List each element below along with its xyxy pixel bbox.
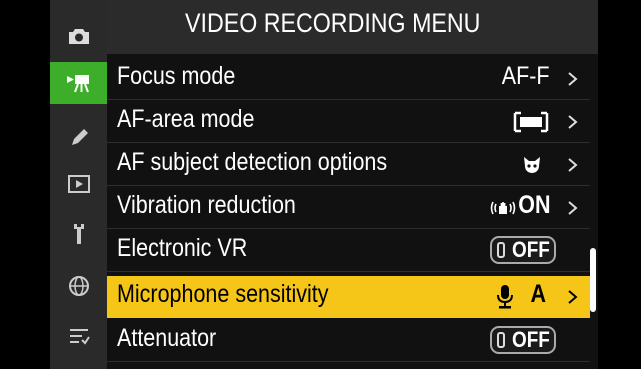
menu-row-label: Electronic VR	[117, 234, 248, 262]
microphone-icon	[497, 285, 513, 309]
menu-row-label: Focus mode	[117, 62, 236, 90]
vr-hand-icon	[490, 201, 516, 215]
page-title: VIDEO RECORDING MENU	[185, 8, 481, 38]
chevron-right-icon	[568, 115, 578, 129]
menu-sidebar	[50, 0, 107, 369]
menu-row-label: AF-area mode	[117, 105, 255, 133]
title-bar: VIDEO RECORDING MENU	[107, 0, 598, 54]
wrench-icon[interactable]	[50, 213, 107, 255]
animal-detect-icon	[524, 157, 540, 173]
toggle-state: OFF	[512, 327, 550, 352]
wide-area-icon	[513, 111, 549, 133]
menu-list: Focus mode AF-F AF-area mode AF subject …	[107, 54, 598, 369]
mic-sensitivity-value: A	[530, 280, 546, 308]
video-camera-icon[interactable]	[50, 62, 107, 104]
menu-row-microphone-sensitivity[interactable]: Microphone sensitivity A	[107, 276, 590, 318]
chevron-right-icon	[568, 72, 578, 86]
chevron-right-icon	[568, 290, 578, 304]
chevron-right-icon	[568, 158, 578, 172]
toggle-knob	[497, 242, 505, 258]
menu-row-attenuator[interactable]: Attenuator OFF	[107, 320, 590, 362]
menu-row-value: AF-F	[502, 62, 550, 90]
menu-row-focus-mode[interactable]: Focus mode AF-F	[107, 58, 590, 100]
vr-status: ON	[517, 191, 550, 219]
network-icon[interactable]	[50, 265, 107, 307]
menu-row-label: AF subject detection options	[117, 148, 388, 176]
toggle-knob	[497, 332, 505, 348]
my-menu-icon[interactable]	[50, 315, 107, 357]
menu-row-label: Microphone sensitivity	[117, 280, 329, 308]
pencil-icon[interactable]	[50, 117, 107, 159]
camera-icon[interactable]	[50, 15, 107, 57]
menu-row-af-area-mode[interactable]: AF-area mode	[107, 101, 590, 143]
chevron-right-icon	[568, 201, 578, 215]
toggle-state: OFF	[512, 237, 550, 262]
menu-row-af-subject-detection[interactable]: AF subject detection options	[107, 144, 590, 186]
menu-row-label: Attenuator	[117, 324, 217, 352]
electronic-vr-toggle[interactable]: OFF	[490, 236, 556, 264]
scrollbar[interactable]	[590, 248, 596, 312]
playback-icon[interactable]	[50, 163, 107, 205]
attenuator-toggle[interactable]: OFF	[490, 326, 556, 354]
menu-row-electronic-vr[interactable]: Electronic VR OFF	[107, 230, 590, 272]
menu-row-label: Vibration reduction	[117, 191, 296, 219]
menu-row-vibration-reduction[interactable]: Vibration reduction ON	[107, 187, 590, 229]
